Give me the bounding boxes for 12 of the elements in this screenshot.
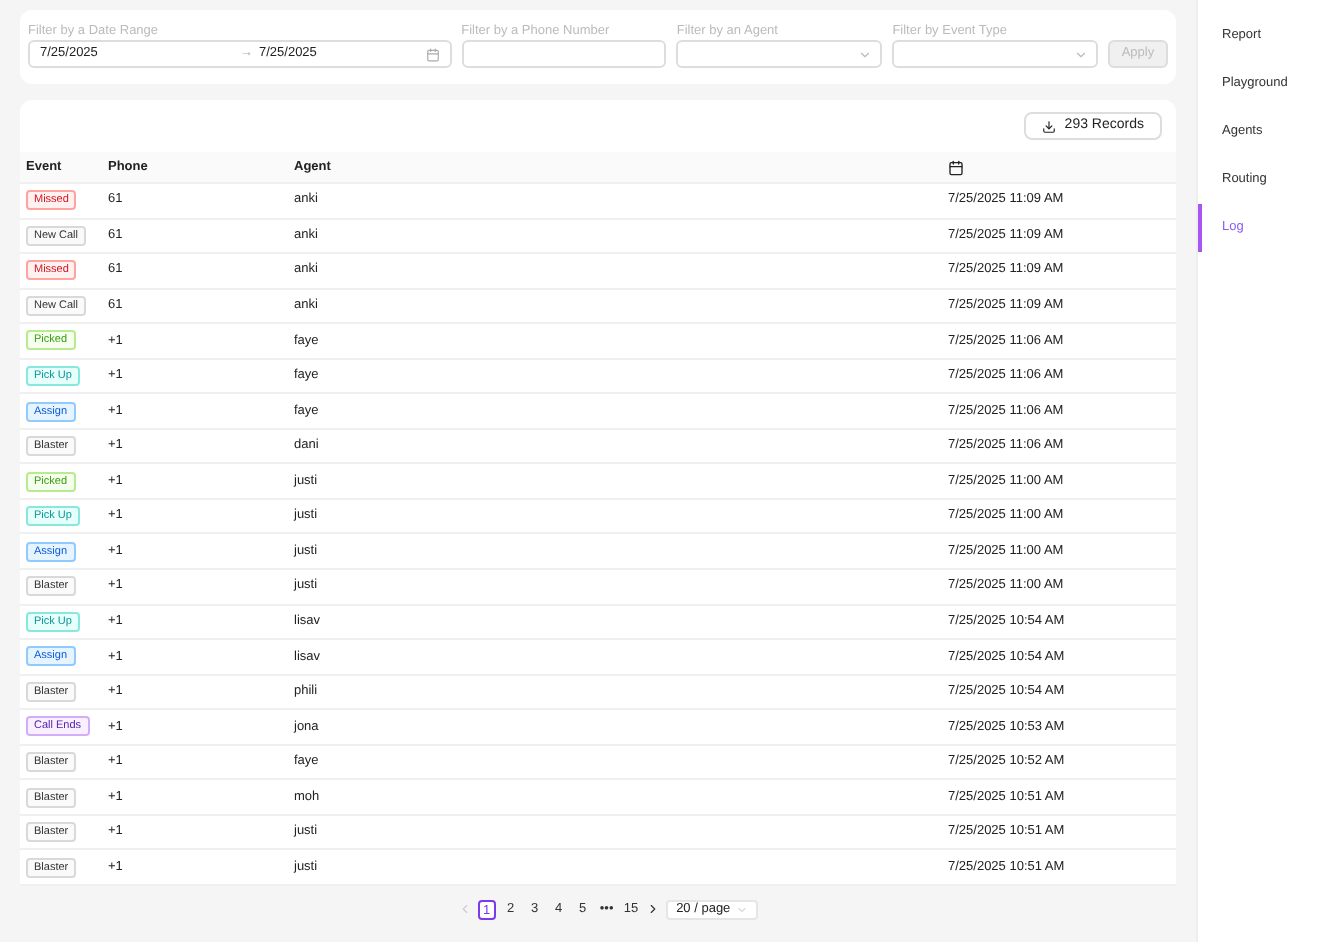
phone-field[interactable]: [461, 40, 667, 68]
calendar-icon: [948, 159, 964, 175]
download-icon: [1042, 119, 1057, 133]
chevron-down-icon: [1073, 47, 1088, 61]
next-page-button[interactable]: [646, 902, 661, 917]
chevron-down-icon: [858, 47, 873, 61]
chevron-left-icon: [457, 902, 472, 917]
calendar-icon: [425, 47, 440, 61]
chevron-right-icon: [646, 902, 661, 917]
agent-select[interactable]: [676, 40, 883, 68]
chevron-down-icon: [736, 903, 749, 916]
event-type-select[interactable]: [892, 40, 1098, 68]
